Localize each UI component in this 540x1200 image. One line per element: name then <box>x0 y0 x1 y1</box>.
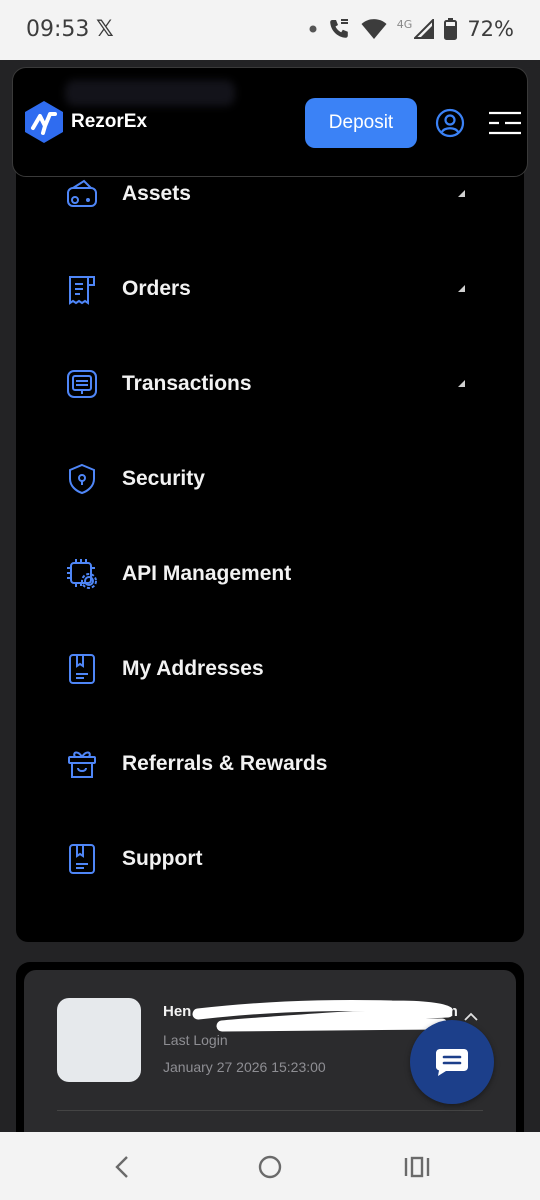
menu-item-api-management[interactable]: API Management <box>16 546 524 602</box>
menu-item-orders[interactable]: Orders <box>16 261 524 317</box>
battery-percent: 72% <box>467 17 514 41</box>
receipt-icon <box>69 276 95 305</box>
status-bar: 09:53 𝕏 4G 72% <box>0 0 540 60</box>
status-time: 09:53 <box>26 17 90 42</box>
gift-icon <box>68 751 96 778</box>
brand-logo[interactable]: RezorEx <box>23 100 147 144</box>
menu-label-referrals-rewards: Referrals & Rewards <box>122 752 328 775</box>
address-book-icon <box>69 654 95 684</box>
menu-label-assets: Assets <box>122 182 191 205</box>
status-icons: 4G 72% <box>309 17 514 41</box>
menu-item-my-addresses[interactable]: My Addresses <box>16 641 524 697</box>
api-chip-icon <box>67 559 97 589</box>
menu-label-support: Support <box>122 847 203 870</box>
redaction-scribble <box>192 999 452 1032</box>
home-icon[interactable] <box>255 1152 285 1182</box>
system-nav-bar <box>0 1132 540 1200</box>
brand-name: RezorEx <box>71 111 148 132</box>
menu-icon[interactable] <box>487 110 523 136</box>
battery-icon <box>444 18 458 40</box>
recents-icon[interactable] <box>402 1152 432 1182</box>
menu-label-api-management: API Management <box>122 562 292 585</box>
caret-up-icon[interactable] <box>456 284 466 294</box>
wifi-call-icon <box>329 19 348 38</box>
chat-button[interactable] <box>410 1020 494 1104</box>
shield-icon <box>69 463 95 495</box>
x-app-icon: 𝕏 <box>96 17 114 42</box>
menu-item-referrals-rewards[interactable]: Referrals & Rewards <box>16 736 524 792</box>
caret-up-icon[interactable] <box>456 189 466 199</box>
rezorex-logo-icon <box>25 101 63 143</box>
last-login-label: Last Login <box>163 1032 228 1048</box>
deposit-button[interactable]: Deposit <box>305 98 417 148</box>
network-label: 4G <box>396 17 413 31</box>
user-icon[interactable] <box>435 108 465 138</box>
menu-label-my-addresses: My Addresses <box>122 657 264 680</box>
menu-label-orders: Orders <box>122 277 191 300</box>
signal-icon <box>414 19 435 39</box>
support-icon <box>69 844 95 874</box>
caret-up-icon[interactable] <box>456 379 466 389</box>
menu-item-transactions[interactable]: Transactions <box>16 356 524 412</box>
app-header: RezorEx Deposit <box>12 67 528 177</box>
wifi-icon <box>361 19 387 39</box>
menu-label-transactions: Transactions <box>122 372 252 395</box>
menu-item-support[interactable]: Support <box>16 831 524 887</box>
transactions-icon <box>67 370 97 398</box>
notification-dot-icon <box>309 25 317 33</box>
navigation-menu: Assets Orders Transactions Security API … <box>16 120 524 942</box>
menu-item-security[interactable]: Security <box>16 451 524 507</box>
back-icon[interactable] <box>108 1152 138 1182</box>
wallet-icon <box>67 179 97 207</box>
last-login-value: January 27 2026 15:23:00 <box>163 1059 326 1075</box>
divider <box>57 1110 483 1111</box>
chat-icon <box>436 1049 468 1076</box>
menu-label-security: Security <box>122 467 205 490</box>
avatar <box>57 998 141 1082</box>
